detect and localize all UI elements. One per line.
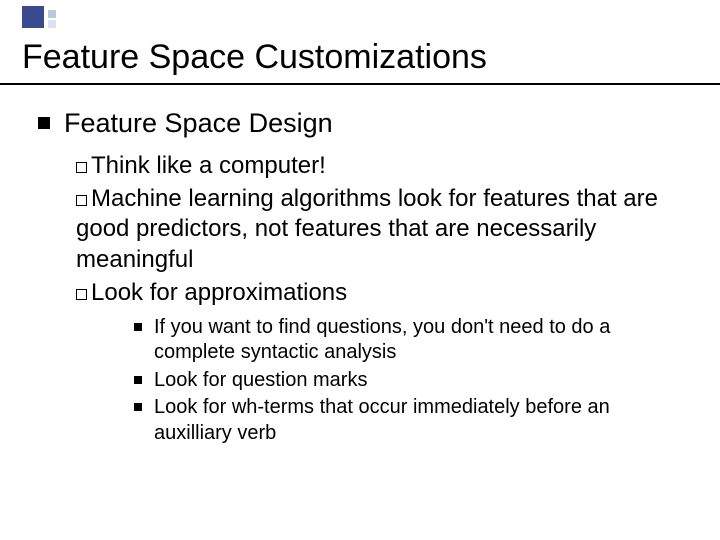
bullet-text: Machine learning algorithms look for fea… <box>76 185 658 273</box>
sub-bullet-point: If you want to find questions, you don't… <box>134 315 690 366</box>
bullet-point: Look for approximations <box>76 278 690 309</box>
slide-content: Feature Space Design Think like a comput… <box>38 108 690 449</box>
bullet-text: Look for approximations <box>91 279 347 306</box>
small-square-bullet-icon <box>134 323 142 331</box>
bullet-text: Think like a computer! <box>91 152 326 179</box>
hollow-square-icon <box>76 195 87 206</box>
sub-bullet-point: Look for question marks <box>134 368 690 394</box>
small-square-bullet-icon <box>134 403 142 411</box>
bullet-point: Machine learning algorithms look for fea… <box>76 184 690 276</box>
sub-bullet-text: If you want to find questions, you don't… <box>154 315 690 366</box>
small-square-bullet-icon <box>134 376 142 384</box>
section-heading: Feature Space Design <box>38 108 690 139</box>
sub-bullet-text: Look for question marks <box>154 368 367 394</box>
sub-bullet-point: Look for wh-terms that occur immediately… <box>134 395 690 446</box>
sub-bullet-text: Look for wh-terms that occur immediately… <box>154 395 690 446</box>
hollow-square-icon <box>76 162 87 173</box>
title-underline <box>0 83 720 85</box>
corner-decoration <box>0 0 90 40</box>
slide-title: Feature Space Customizations <box>22 38 487 77</box>
section-text: Feature Space Design <box>64 108 333 139</box>
bullet-point: Think like a computer! <box>76 151 690 182</box>
square-bullet-icon <box>38 117 50 129</box>
hollow-square-icon <box>76 289 87 300</box>
